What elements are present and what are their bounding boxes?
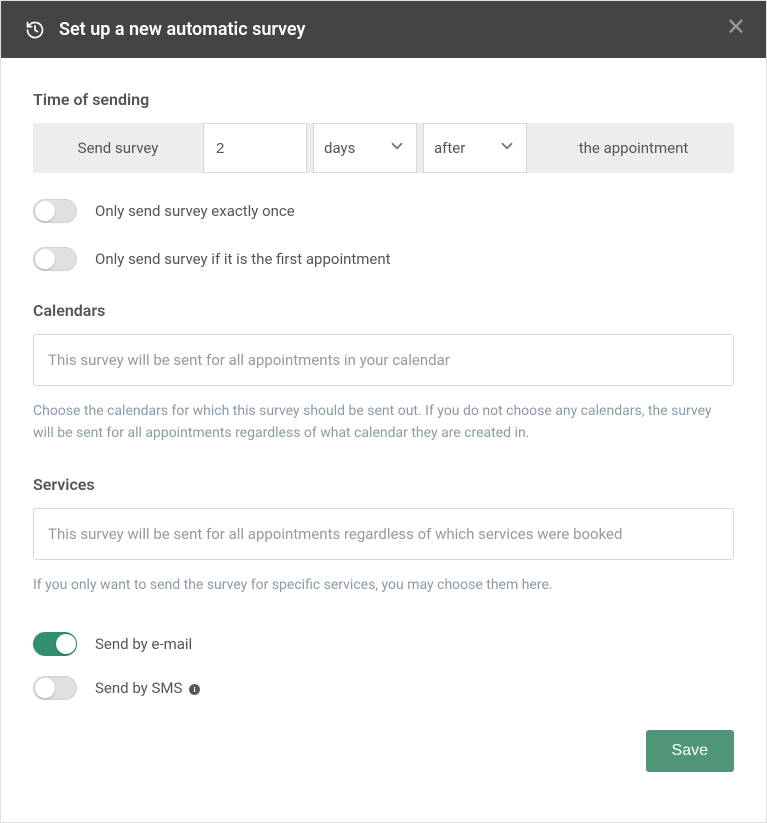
time-of-sending-row: Send survey days after the appointment xyxy=(33,123,734,173)
send-once-label: Only send survey exactly once xyxy=(95,202,295,220)
modal-body: Time of sending Send survey days after t… xyxy=(1,58,766,822)
first-appointment-row: Only send survey if it is the first appo… xyxy=(33,247,734,271)
history-icon xyxy=(25,20,45,40)
send-survey-suffix: the appointment xyxy=(533,123,734,173)
send-options: Send by e-mail Send by SMS i xyxy=(33,632,734,700)
close-icon[interactable]: ✕ xyxy=(726,15,746,39)
delay-unit-select[interactable]: days xyxy=(313,123,417,173)
first-appointment-toggle[interactable] xyxy=(33,247,77,271)
services-input[interactable]: This survey will be sent for all appoint… xyxy=(33,508,734,560)
calendars-label: Calendars xyxy=(33,301,734,320)
relation-select[interactable]: after xyxy=(423,123,527,173)
delay-value-input[interactable] xyxy=(203,123,307,173)
send-survey-prefix: Send survey xyxy=(33,123,203,173)
calendars-input[interactable]: This survey will be sent for all appoint… xyxy=(33,334,734,386)
calendars-section: Calendars This survey will be sent for a… xyxy=(33,301,734,445)
send-email-toggle[interactable] xyxy=(33,632,77,656)
send-sms-label: Send by SMS i xyxy=(95,679,201,697)
send-sms-text: Send by SMS xyxy=(95,679,182,697)
save-button[interactable]: Save xyxy=(646,730,734,772)
chevron-down-icon xyxy=(388,137,406,159)
services-label: Services xyxy=(33,475,734,494)
services-help: If you only want to send the survey for … xyxy=(33,574,734,596)
calendars-help: Choose the calendars for which this surv… xyxy=(33,400,734,445)
modal-header: Set up a new automatic survey ✕ xyxy=(1,1,766,58)
services-section: Services This survey will be sent for al… xyxy=(33,475,734,596)
first-appointment-label: Only send survey if it is the first appo… xyxy=(95,250,391,268)
info-icon[interactable]: i xyxy=(188,683,201,696)
send-sms-row: Send by SMS i xyxy=(33,676,734,700)
relation-text: after xyxy=(434,139,498,157)
send-once-row: Only send survey exactly once xyxy=(33,199,734,223)
time-of-sending-label: Time of sending xyxy=(33,90,734,109)
delay-unit-text: days xyxy=(324,139,388,157)
modal-footer: Save xyxy=(33,730,734,772)
chevron-down-icon xyxy=(498,137,516,159)
send-sms-toggle[interactable] xyxy=(33,676,77,700)
modal-title: Set up a new automatic survey xyxy=(59,19,305,40)
svg-text:i: i xyxy=(194,685,196,694)
send-email-label: Send by e-mail xyxy=(95,635,192,653)
send-once-toggle[interactable] xyxy=(33,199,77,223)
send-email-row: Send by e-mail xyxy=(33,632,734,656)
modal: Set up a new automatic survey ✕ Time of … xyxy=(0,0,767,823)
